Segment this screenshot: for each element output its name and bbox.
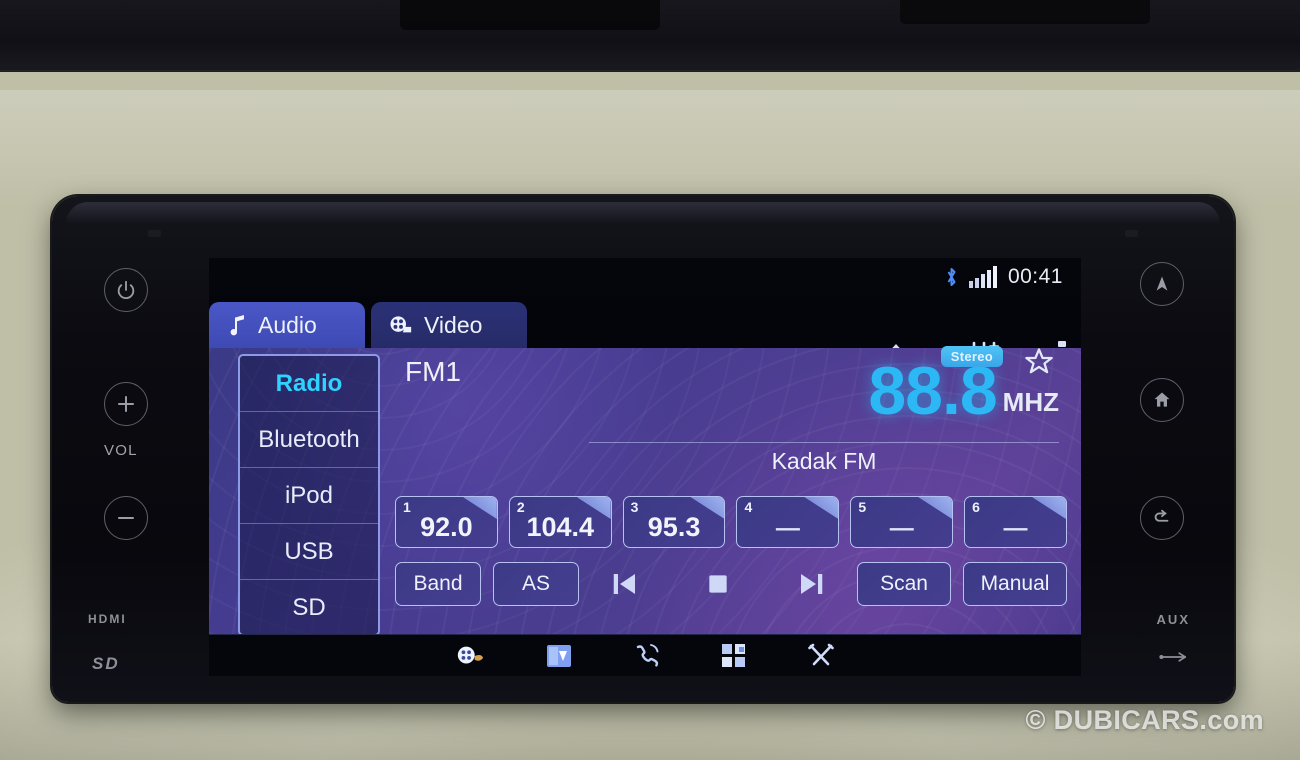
- home-button[interactable]: [1140, 378, 1184, 422]
- source-label: Bluetooth: [258, 425, 360, 453]
- band-button-label: Band: [413, 572, 463, 595]
- source-item-bluetooth[interactable]: Bluetooth: [240, 412, 378, 468]
- band-label: FM1: [405, 356, 461, 387]
- source-item-usb[interactable]: USB: [240, 524, 378, 580]
- photo-scene: VOL HDMI SD AUX 00:41 Audio Video Radio …: [0, 0, 1300, 760]
- clock: 00:41: [1007, 265, 1063, 288]
- station-name-container: Kadak FM: [589, 442, 1059, 475]
- navigation-map-icon[interactable]: [545, 643, 573, 669]
- source-label: USB: [284, 537, 334, 565]
- scan-button[interactable]: Scan: [857, 562, 952, 606]
- source-item-ipod[interactable]: iPod: [240, 468, 378, 524]
- source-list[interactable]: Radio Bluetooth iPod USB SD: [238, 354, 380, 636]
- phone-icon[interactable]: [633, 643, 661, 669]
- frequency-unit: MHZ: [1002, 387, 1059, 417]
- scan-button-label: Scan: [880, 572, 928, 595]
- station-name: Kadak FM: [771, 448, 877, 474]
- navigation-button[interactable]: [1140, 262, 1184, 306]
- home-icon: [1152, 390, 1172, 410]
- volume-label: VOL: [104, 442, 138, 459]
- preset-buttons-row: 1 92.0 2 104.4 3 95.3 4 — 5 — 6 —: [395, 496, 1067, 548]
- power-icon: [115, 279, 137, 301]
- hdmi-port-label: HDMI: [88, 612, 127, 626]
- next-track-button[interactable]: [764, 569, 857, 599]
- preset-button-3[interactable]: 3 95.3: [622, 496, 726, 548]
- back-arrow-icon: [1151, 507, 1173, 529]
- frequency-value: 88.8: [868, 353, 997, 429]
- dashboard-upper-trim: [0, 0, 1300, 76]
- band-button[interactable]: Band: [395, 562, 481, 606]
- tab-bar: Audio Video: [209, 296, 1081, 367]
- back-button[interactable]: [1140, 496, 1184, 540]
- source-item-radio[interactable]: Radio: [240, 356, 378, 412]
- media-palette-icon[interactable]: [455, 644, 485, 668]
- dash-vent-left: [400, 0, 660, 30]
- preset-button-5[interactable]: 5 —: [850, 496, 954, 548]
- watermark: © DUBICARS.com: [1025, 705, 1264, 735]
- preset-value: 95.3: [647, 512, 701, 542]
- tools-settings-icon[interactable]: [807, 643, 835, 669]
- radio-screen-content: Radio Bluetooth iPod USB SD FM1 88.8 MHZ…: [209, 346, 1081, 644]
- film-reel-icon: [389, 314, 413, 336]
- source-label: Radio: [275, 369, 343, 397]
- bluetooth-icon: [943, 265, 960, 289]
- stop-icon: [705, 571, 731, 597]
- navigation-arrow-icon: [1152, 274, 1172, 294]
- source-item-sd[interactable]: SD: [240, 580, 378, 634]
- bottom-dock-bar: [209, 634, 1081, 676]
- tab-audio[interactable]: Audio: [209, 302, 365, 348]
- status-bar: 00:41: [209, 258, 1081, 296]
- aux-port-label: AUX: [1156, 612, 1190, 627]
- plus-icon: [114, 392, 138, 416]
- manual-button[interactable]: Manual: [963, 562, 1068, 606]
- volume-down-button[interactable]: [104, 496, 148, 540]
- tab-video[interactable]: Video: [371, 302, 527, 348]
- auto-store-label: AS: [521, 572, 550, 595]
- dash-vent-right: [900, 0, 1150, 24]
- volume-up-button[interactable]: [104, 382, 148, 426]
- minus-icon: [114, 506, 138, 530]
- preset-button-1[interactable]: 1 92.0: [395, 496, 498, 548]
- tab-audio-label: Audio: [258, 311, 317, 338]
- preset-number: 4: [744, 499, 753, 515]
- preset-value: —: [1003, 515, 1028, 542]
- right-button-column: AUX: [1084, 196, 1234, 702]
- left-button-column: VOL HDMI SD: [52, 196, 202, 702]
- infotainment-lcd-screen[interactable]: 00:41 Audio Video Radio Bluetooth iPod U…: [209, 258, 1081, 676]
- preset-value: 92.0: [420, 512, 473, 542]
- preset-number: 6: [972, 499, 980, 515]
- source-label: SD: [292, 593, 326, 621]
- preset-value: 104.4: [526, 512, 595, 542]
- preset-button-4[interactable]: 4 —: [736, 496, 840, 548]
- next-track-icon: [796, 569, 826, 599]
- tab-video-label: Video: [424, 311, 483, 338]
- transport-controls-row: Band AS Scan Manual: [395, 560, 1068, 608]
- sd-card-slot-label: SD: [92, 654, 120, 673]
- power-button[interactable]: [104, 268, 148, 312]
- apps-grid-icon[interactable]: [721, 643, 747, 669]
- source-label: iPod: [284, 481, 334, 509]
- preset-button-6[interactable]: 6 —: [964, 496, 1067, 548]
- dashboard-highlight: [0, 90, 1300, 210]
- car-stereo-head-unit: VOL HDMI SD AUX 00:41 Audio Video Radio …: [52, 196, 1234, 702]
- signal-bars-icon: [968, 266, 999, 288]
- star-outline-icon[interactable]: [1023, 346, 1055, 378]
- radio-display: FM1 88.8 MHZ Stereo Kadak FM: [395, 346, 1067, 490]
- manual-button-label: Manual: [980, 572, 1050, 595]
- auto-store-button[interactable]: AS: [493, 562, 579, 606]
- music-note-icon: [227, 314, 247, 336]
- preset-value: —: [889, 515, 914, 542]
- stereo-badge: Stereo: [940, 346, 1003, 367]
- stop-button[interactable]: [672, 571, 765, 597]
- preset-number: 5: [858, 499, 867, 515]
- preset-value: —: [775, 515, 800, 542]
- previous-track-button[interactable]: [579, 569, 672, 599]
- previous-track-icon: [610, 569, 640, 599]
- preset-button-2[interactable]: 2 104.4: [508, 496, 612, 548]
- usb-port-icon: [1158, 648, 1192, 666]
